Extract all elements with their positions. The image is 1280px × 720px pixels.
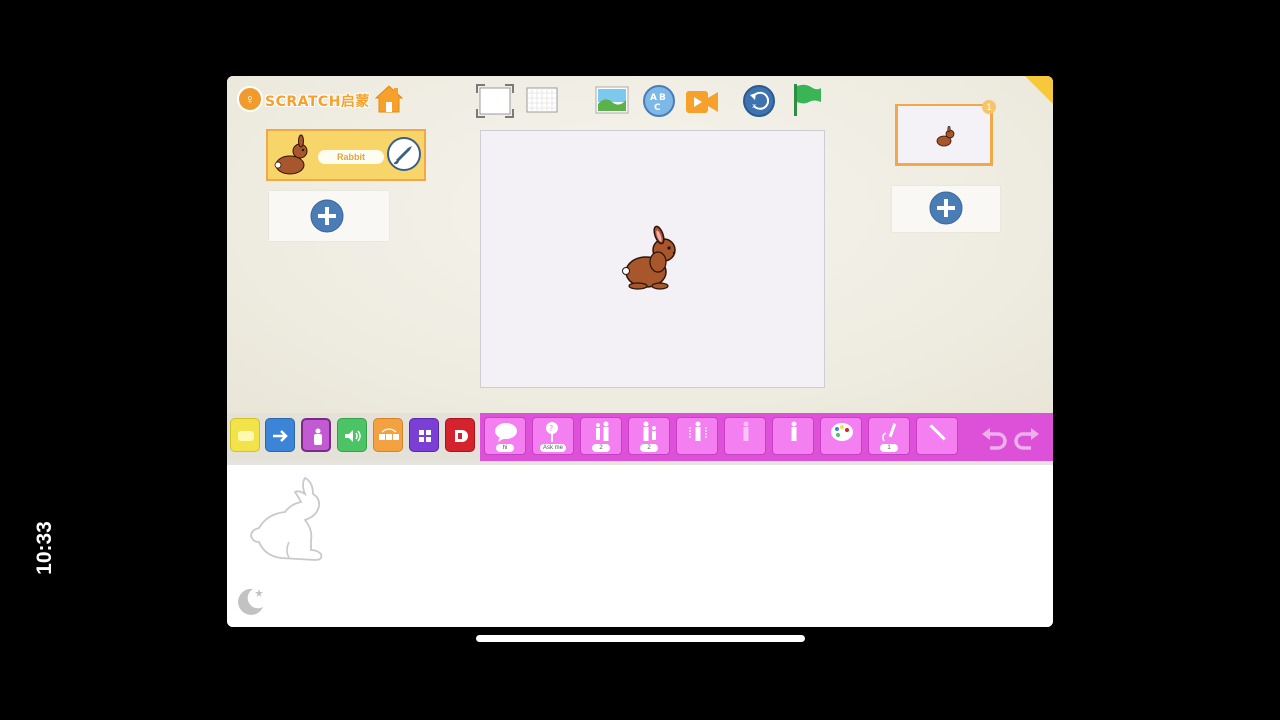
add-page-panel bbox=[892, 186, 1000, 232]
block-show[interactable] bbox=[772, 417, 814, 455]
events-icon bbox=[238, 431, 254, 441]
block-ask-label: Ask me bbox=[539, 444, 567, 452]
text-abc-icon[interactable]: A B C bbox=[642, 84, 676, 118]
block-set-pen-label: 1 bbox=[880, 444, 898, 452]
svg-text:x: x bbox=[752, 102, 756, 110]
sprite-card[interactable]: Rabbit bbox=[266, 129, 426, 181]
logo-person-icon: ♀ bbox=[237, 86, 263, 112]
pen-icon bbox=[929, 424, 946, 441]
block-reset-size[interactable] bbox=[676, 417, 718, 455]
sprite-name[interactable]: Rabbit bbox=[318, 150, 384, 164]
rabbit-thumbnail-icon bbox=[274, 134, 308, 175]
undo-icon[interactable] bbox=[980, 426, 1008, 450]
show-icon bbox=[791, 421, 797, 441]
extension-grid-icon bbox=[419, 430, 431, 442]
paint-editor-icon[interactable] bbox=[386, 136, 422, 172]
reset-size-icon bbox=[689, 421, 707, 441]
category-looks[interactable] bbox=[301, 418, 331, 452]
status-time: 10:33 bbox=[33, 521, 56, 575]
block-hide[interactable] bbox=[724, 417, 766, 455]
background-icon[interactable] bbox=[595, 86, 629, 116]
looks-blocks-strip: hi ? Ask me 2 2 1 bbox=[480, 413, 1053, 461]
script-area[interactable] bbox=[227, 465, 1053, 627]
add-page-button[interactable] bbox=[929, 191, 963, 225]
category-extension[interactable] bbox=[409, 418, 439, 452]
svg-text:?: ? bbox=[549, 424, 553, 433]
block-set-pen[interactable]: 1 bbox=[868, 417, 910, 455]
grow-icon bbox=[596, 421, 609, 441]
say-icon bbox=[495, 423, 517, 442]
looks-person-icon bbox=[314, 428, 322, 445]
block-palette: hi ? Ask me 2 2 1 bbox=[227, 413, 1053, 461]
block-ask[interactable]: ? Ask me bbox=[532, 417, 574, 455]
block-say[interactable]: hi bbox=[484, 417, 526, 455]
end-icon bbox=[455, 430, 468, 442]
motion-arrow-icon bbox=[273, 430, 288, 442]
home-indicator[interactable] bbox=[476, 635, 805, 642]
video-icon[interactable] bbox=[685, 88, 719, 116]
page-rabbit-icon bbox=[936, 126, 955, 147]
shrink-icon bbox=[643, 421, 656, 441]
svg-text:C: C bbox=[654, 103, 661, 113]
hide-icon bbox=[743, 421, 749, 441]
rabbit-sprite[interactable] bbox=[614, 224, 686, 296]
category-sound[interactable] bbox=[337, 418, 367, 452]
costume-icon bbox=[831, 423, 853, 441]
category-end[interactable] bbox=[445, 418, 475, 452]
block-say-label: hi bbox=[496, 444, 514, 452]
app-window: ♀ SCRATCH启蒙 A B C x Rabbit 1 hi ? Ask me… bbox=[227, 76, 1053, 627]
fullscreen-icon[interactable] bbox=[476, 84, 514, 118]
set-pen-icon bbox=[882, 423, 897, 442]
block-costume[interactable] bbox=[820, 417, 862, 455]
category-motion[interactable] bbox=[265, 418, 295, 452]
svg-text:A: A bbox=[650, 93, 657, 103]
add-sprite-button[interactable] bbox=[310, 199, 344, 233]
corner-tab[interactable] bbox=[1025, 76, 1053, 104]
sound-icon bbox=[345, 430, 361, 442]
logo-title: SCRATCH启蒙 bbox=[265, 94, 370, 110]
block-pen[interactable] bbox=[916, 417, 958, 455]
status-time-container: 10:33 bbox=[20, 512, 70, 584]
rabbit-watermark-icon bbox=[250, 476, 323, 561]
category-events[interactable] bbox=[230, 418, 260, 452]
page-thumbnail[interactable]: 1 bbox=[895, 100, 996, 166]
block-shrink-label: 2 bbox=[640, 444, 658, 452]
moon-icon[interactable] bbox=[235, 585, 267, 617]
svg-text:B: B bbox=[659, 93, 666, 103]
home-icon[interactable] bbox=[373, 84, 405, 114]
category-control[interactable] bbox=[373, 418, 403, 452]
control-icon bbox=[379, 428, 399, 440]
block-grow[interactable]: 2 bbox=[580, 417, 622, 455]
block-shrink[interactable]: 2 bbox=[628, 417, 670, 455]
page-number: 1 bbox=[982, 100, 996, 114]
ask-icon: ? bbox=[546, 422, 558, 442]
redo-icon[interactable] bbox=[1013, 426, 1041, 450]
green-flag-icon[interactable] bbox=[790, 82, 824, 118]
app-logo: ♀ SCRATCH启蒙 bbox=[237, 84, 404, 114]
add-sprite-panel bbox=[269, 191, 389, 241]
grid-icon[interactable] bbox=[526, 87, 558, 115]
stage[interactable] bbox=[480, 130, 825, 388]
reset-icon[interactable]: x bbox=[742, 84, 776, 118]
block-grow-label: 2 bbox=[592, 444, 610, 452]
